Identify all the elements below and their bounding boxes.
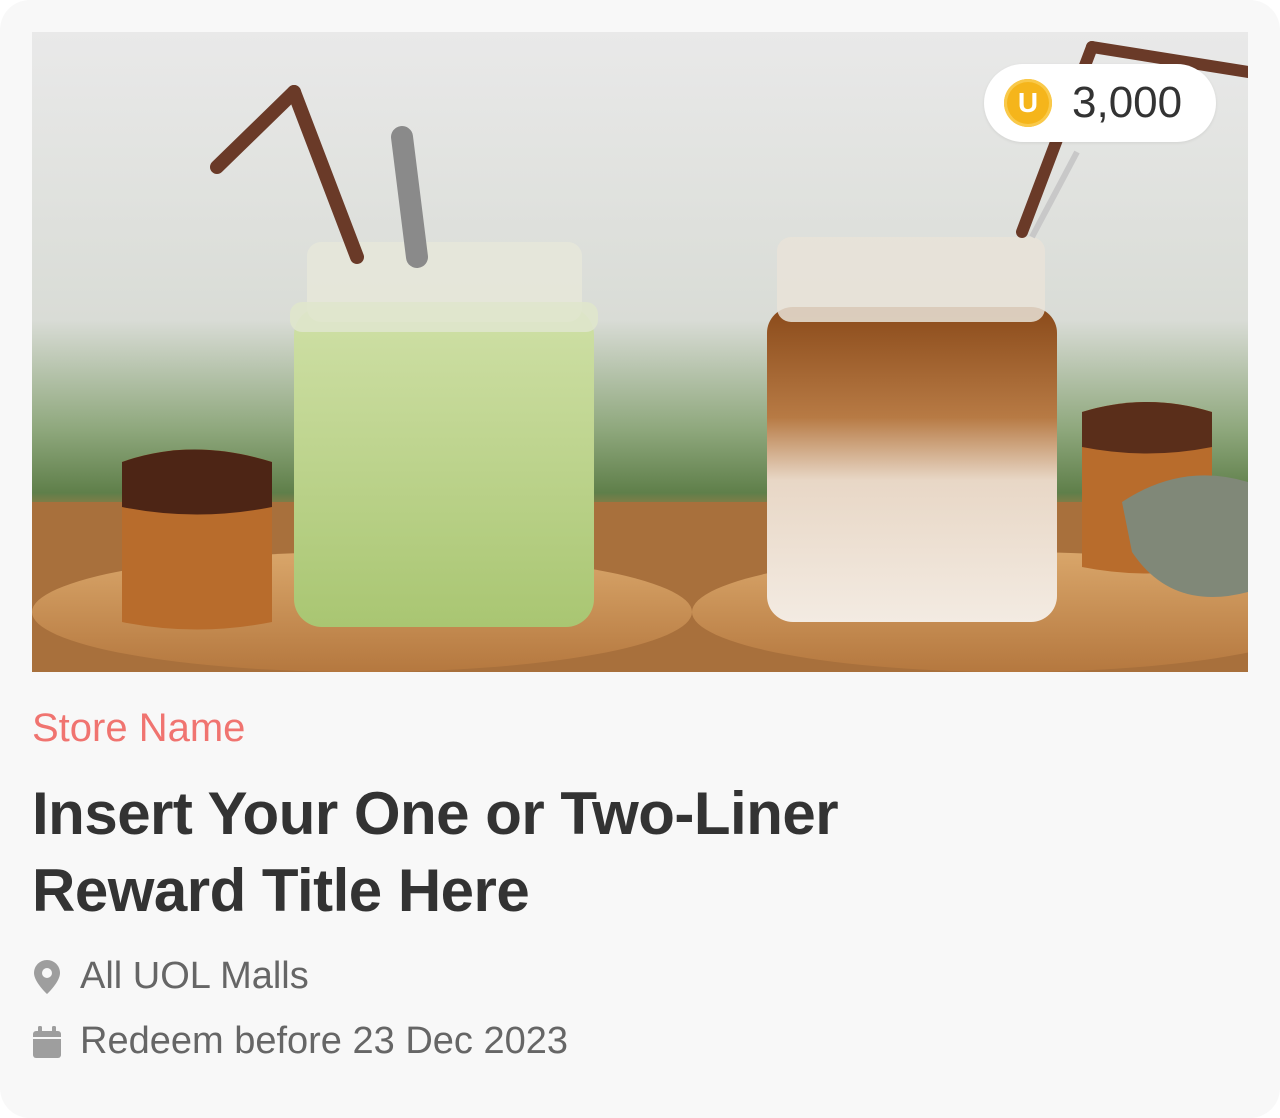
points-value: 3,000 [1072,78,1183,127]
u-coin-icon: U [1004,79,1052,127]
calendar-icon [32,1022,62,1062]
reward-title: Insert Your One or Two-Liner Reward Titl… [32,780,839,924]
location-text: All UOL Malls [80,955,309,997]
location-pin-icon [32,957,62,997]
expiry-text: Redeem before 23 Dec 2023 [80,1020,568,1062]
expiry-row: Redeem before 23 Dec 2023 [32,1020,568,1063]
store-name: Store Name [32,706,246,750]
points-badge: U 3,000 [984,64,1216,142]
location-row: All UOL Malls [32,955,309,998]
reward-card[interactable]: U 3,000 Store Name Insert Your One or Tw… [0,0,1280,1118]
